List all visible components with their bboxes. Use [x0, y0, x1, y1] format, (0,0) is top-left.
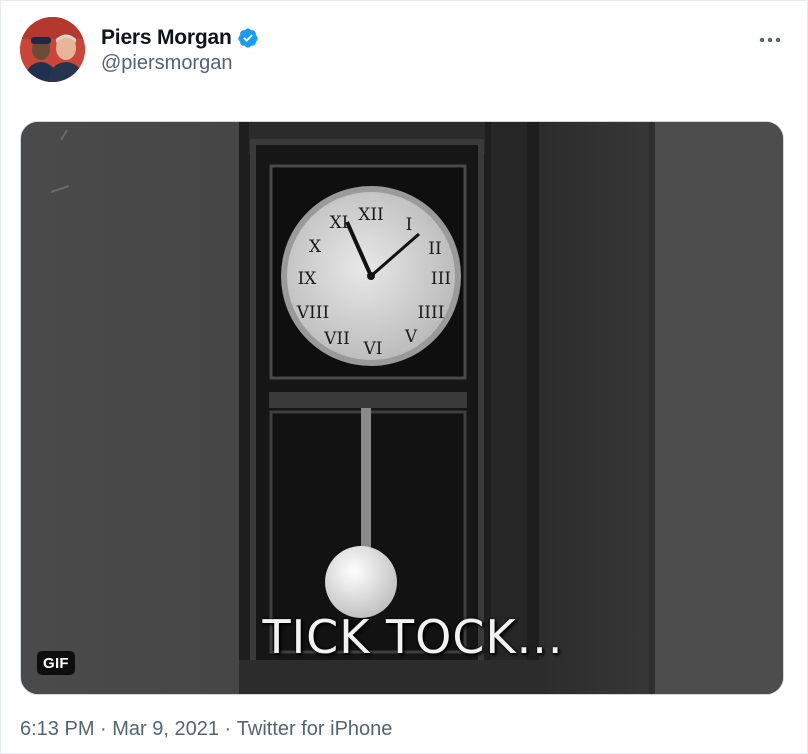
svg-text:II: II	[428, 239, 441, 259]
tweet-meta: 6:13 PM · Mar 9, 2021 · Twitter for iPho…	[20, 718, 392, 741]
meta-separator: ·	[94, 718, 113, 740]
tweet-header: Piers Morgan @piersmorgan	[20, 17, 787, 83]
author-names: Piers Morgan @piersmorgan	[101, 25, 259, 75]
gif-badge: GIF	[37, 651, 75, 675]
display-name-row: Piers Morgan	[101, 25, 259, 51]
svg-text:I: I	[406, 215, 413, 235]
display-name[interactable]: Piers Morgan	[101, 26, 232, 50]
verified-badge-icon	[238, 28, 258, 48]
meta-separator: ·	[219, 718, 237, 740]
svg-text:IIII: IIII	[418, 303, 445, 323]
avatar[interactable]	[20, 17, 85, 82]
svg-text:XII: XII	[358, 205, 384, 225]
handle[interactable]: @piersmorgan	[101, 52, 259, 75]
svg-text:X: X	[309, 237, 322, 257]
svg-text:VII: VII	[323, 329, 350, 349]
gif-media[interactable]: XII I II III IIII V VI VII VIII IX X XI	[20, 121, 784, 695]
svg-text:V: V	[404, 327, 418, 347]
gif-caption: TICK TOCK...	[262, 610, 564, 664]
svg-text:VIII: VIII	[296, 303, 329, 323]
tweet-card: Piers Morgan @piersmorgan XII I II III I…	[0, 0, 808, 754]
svg-text:III: III	[431, 269, 451, 289]
svg-text:IX: IX	[298, 269, 318, 289]
tweet-source[interactable]: Twitter for iPhone	[237, 718, 393, 741]
svg-text:VI: VI	[363, 339, 383, 359]
tweet-time[interactable]: 6:13 PM	[20, 718, 94, 741]
tweet-date[interactable]: Mar 9, 2021	[112, 718, 219, 741]
more-options-button[interactable]	[753, 23, 787, 57]
more-dots-icon	[759, 37, 781, 43]
